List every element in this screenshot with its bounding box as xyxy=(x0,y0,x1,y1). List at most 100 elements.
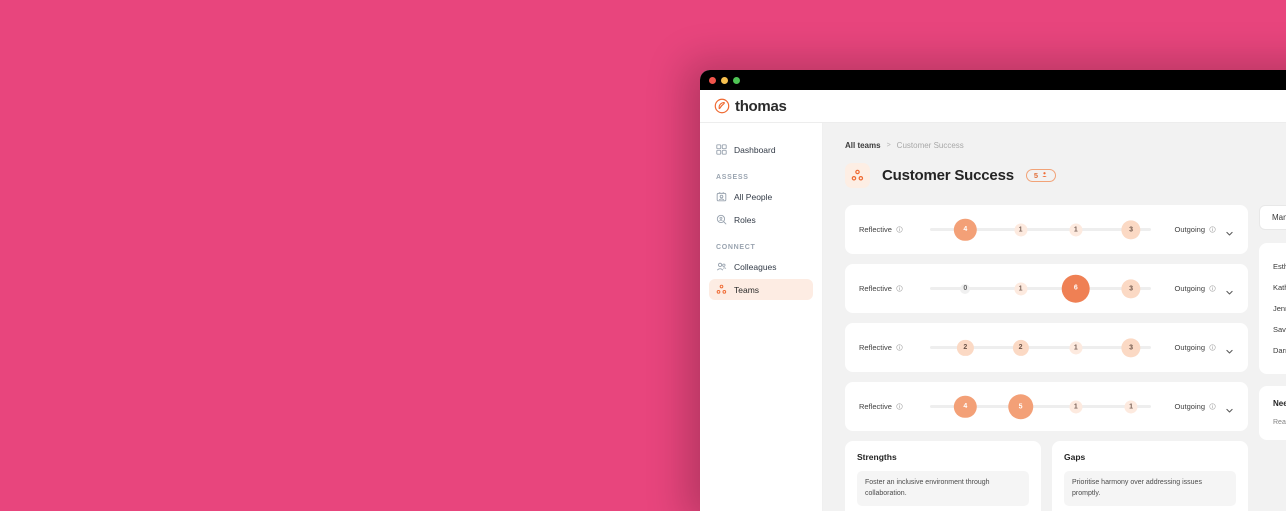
right-column: Manage tea Esther HowKathryn MuJenny Wil… xyxy=(1259,205,1286,511)
sidebar-item-colleagues[interactable]: Colleagues xyxy=(709,256,813,277)
help-title: Need help page? xyxy=(1273,399,1286,408)
insights-row: Strengths Foster an inclusive environmen… xyxy=(845,441,1248,511)
sidebar: Dashboard ASSESS All People Roles CONNEC… xyxy=(700,123,823,511)
info-icon[interactable] xyxy=(1209,344,1216,351)
thomas-leaf-icon xyxy=(714,98,730,114)
info-icon[interactable] xyxy=(1209,403,1216,410)
slider-dot[interactable]: 1 xyxy=(1069,340,1083,355)
gaps-title: Gaps xyxy=(1064,452,1086,462)
slider-left-label: Reflective xyxy=(859,225,921,234)
manage-team-button[interactable]: Manage tea xyxy=(1259,205,1286,230)
info-icon[interactable] xyxy=(1209,226,1216,233)
member-row[interactable]: Darrell Stew xyxy=(1273,340,1286,361)
slider-dot[interactable]: 3 xyxy=(1121,219,1141,240)
member-count-badge[interactable]: 5 xyxy=(1025,169,1057,182)
help-card: Need help page? Read our intr you get th… xyxy=(1259,386,1286,440)
dashboard-grid-icon xyxy=(716,144,727,155)
gap-item: Prioritise harmony over addressing issue… xyxy=(1064,471,1236,506)
slider-dot[interactable]: 1 xyxy=(1069,222,1083,237)
help-body: Read our intr you get the r insights. xyxy=(1273,418,1286,426)
slider-card[interactable]: Reflective 2 2 1 3 Outgoing xyxy=(845,323,1248,372)
slider-dot[interactable]: 4 xyxy=(954,218,977,241)
slider-dot[interactable]: 1 xyxy=(1014,281,1028,296)
page-header: Customer Success 5 xyxy=(845,163,1286,188)
slider-card-list: Reflective 4 1 1 3 Outgoing Reflective 0 1 6 3 Outg… xyxy=(845,205,1248,431)
member-count: 5 xyxy=(1033,171,1039,180)
gaps-panel: Gaps Prioritise harmony over addressing … xyxy=(1052,441,1248,511)
sidebar-item-label: Dashboard xyxy=(734,144,776,155)
team-avatar xyxy=(845,163,870,188)
slider-right-text: Outgoing xyxy=(1174,225,1205,234)
sidebar-item-roles[interactable]: Roles xyxy=(709,209,813,230)
sidebar-item-dashboard[interactable]: Dashboard xyxy=(709,139,813,160)
member-row[interactable]: Jenny Wilso xyxy=(1273,298,1286,319)
sidebar-item-label: Roles xyxy=(734,214,756,225)
chevron-down-icon[interactable] xyxy=(1225,284,1234,295)
people-box-icon xyxy=(716,191,727,202)
app-body: Dashboard ASSESS All People Roles CONNEC… xyxy=(700,123,1286,511)
breadcrumb-current: Customer Success xyxy=(896,141,964,150)
person-icon xyxy=(1041,171,1048,180)
slider-track[interactable]: 4 5 1 1 xyxy=(930,393,1151,420)
strengths-title: Strengths xyxy=(857,452,897,462)
minimize-icon[interactable] xyxy=(721,76,728,84)
sliders-column: Reflective 4 1 1 3 Outgoing Reflective 0 1 6 3 Outg… xyxy=(845,205,1248,511)
sidebar-item-all-people[interactable]: All People xyxy=(709,186,813,207)
slider-card[interactable]: Reflective 4 5 1 1 Outgoing xyxy=(845,382,1248,431)
breadcrumb-separator: > xyxy=(886,142,891,149)
chevron-down-icon[interactable] xyxy=(1225,225,1234,236)
breadcrumb-root[interactable]: All teams xyxy=(845,141,881,150)
slider-card[interactable]: Reflective 0 1 6 3 Outgoing xyxy=(845,264,1248,313)
close-icon[interactable] xyxy=(709,76,716,84)
slider-left-text: Reflective xyxy=(859,284,892,293)
chevron-down-icon[interactable] xyxy=(1225,402,1234,413)
slider-left-text: Reflective xyxy=(859,225,892,234)
slider-left-text: Reflective xyxy=(859,402,892,411)
slider-dot[interactable]: 6 xyxy=(1061,274,1091,303)
content-columns: Reflective 4 1 1 3 Outgoing Reflective 0 1 6 3 Outg… xyxy=(845,205,1286,511)
slider-dot[interactable]: 3 xyxy=(1121,337,1141,358)
sidebar-item-label: Colleagues xyxy=(734,261,777,272)
info-icon[interactable] xyxy=(896,226,903,233)
main-content: All teams > Customer Success Customer Su… xyxy=(823,123,1286,511)
chevron-down-icon[interactable] xyxy=(1225,343,1234,354)
slider-dot[interactable]: 1 xyxy=(1069,399,1083,414)
slider-dot[interactable]: 0 xyxy=(960,283,971,294)
slider-card[interactable]: Reflective 4 1 1 3 Outgoing xyxy=(845,205,1248,254)
slider-left-text: Reflective xyxy=(859,343,892,352)
sidebar-item-label: All People xyxy=(734,191,773,202)
slider-right-text: Outgoing xyxy=(1174,284,1205,293)
slider-right-text: Outgoing xyxy=(1174,343,1205,352)
slider-dot[interactable]: 4 xyxy=(954,395,977,418)
slider-right-label: Outgoing xyxy=(1160,343,1216,352)
info-icon[interactable] xyxy=(1209,285,1216,292)
maximize-icon[interactable] xyxy=(733,76,740,84)
info-icon[interactable] xyxy=(896,403,903,410)
app-logo[interactable]: thomas xyxy=(714,98,787,115)
slider-track[interactable]: 2 2 1 3 xyxy=(930,337,1151,358)
strength-item: Foster an inclusive environment through … xyxy=(857,471,1029,506)
slider-dot[interactable]: 2 xyxy=(1012,339,1029,356)
sidebar-section-connect: CONNECT xyxy=(716,244,756,251)
slider-dot[interactable]: 5 xyxy=(1007,393,1034,420)
member-row[interactable]: Kathryn Mu xyxy=(1273,277,1286,298)
slider-right-label: Outgoing xyxy=(1160,402,1216,411)
slider-right-text: Outgoing xyxy=(1174,402,1205,411)
colleagues-icon xyxy=(716,261,727,272)
info-icon[interactable] xyxy=(896,285,903,292)
slider-track[interactable]: 4 1 1 3 xyxy=(930,218,1151,241)
slider-dot[interactable]: 1 xyxy=(1014,222,1028,237)
sidebar-section-assess: ASSESS xyxy=(716,174,749,181)
teams-nodes-icon xyxy=(716,284,727,295)
member-row[interactable]: Esther How xyxy=(1273,256,1286,277)
member-row[interactable]: Savannah N xyxy=(1273,319,1286,340)
slider-left-label: Reflective xyxy=(859,402,921,411)
slider-dot[interactable]: 2 xyxy=(957,339,974,356)
slider-dot[interactable]: 1 xyxy=(1124,399,1138,414)
browser-window: thomas Viewer Dashboard ASSESS xyxy=(700,70,1286,511)
info-icon[interactable] xyxy=(896,344,903,351)
slider-track[interactable]: 0 1 6 3 xyxy=(930,274,1151,303)
sidebar-item-teams[interactable]: Teams xyxy=(709,279,813,300)
slider-dot[interactable]: 3 xyxy=(1121,278,1141,299)
members-card: Esther HowKathryn MuJenny WilsoSavannah … xyxy=(1259,243,1286,374)
